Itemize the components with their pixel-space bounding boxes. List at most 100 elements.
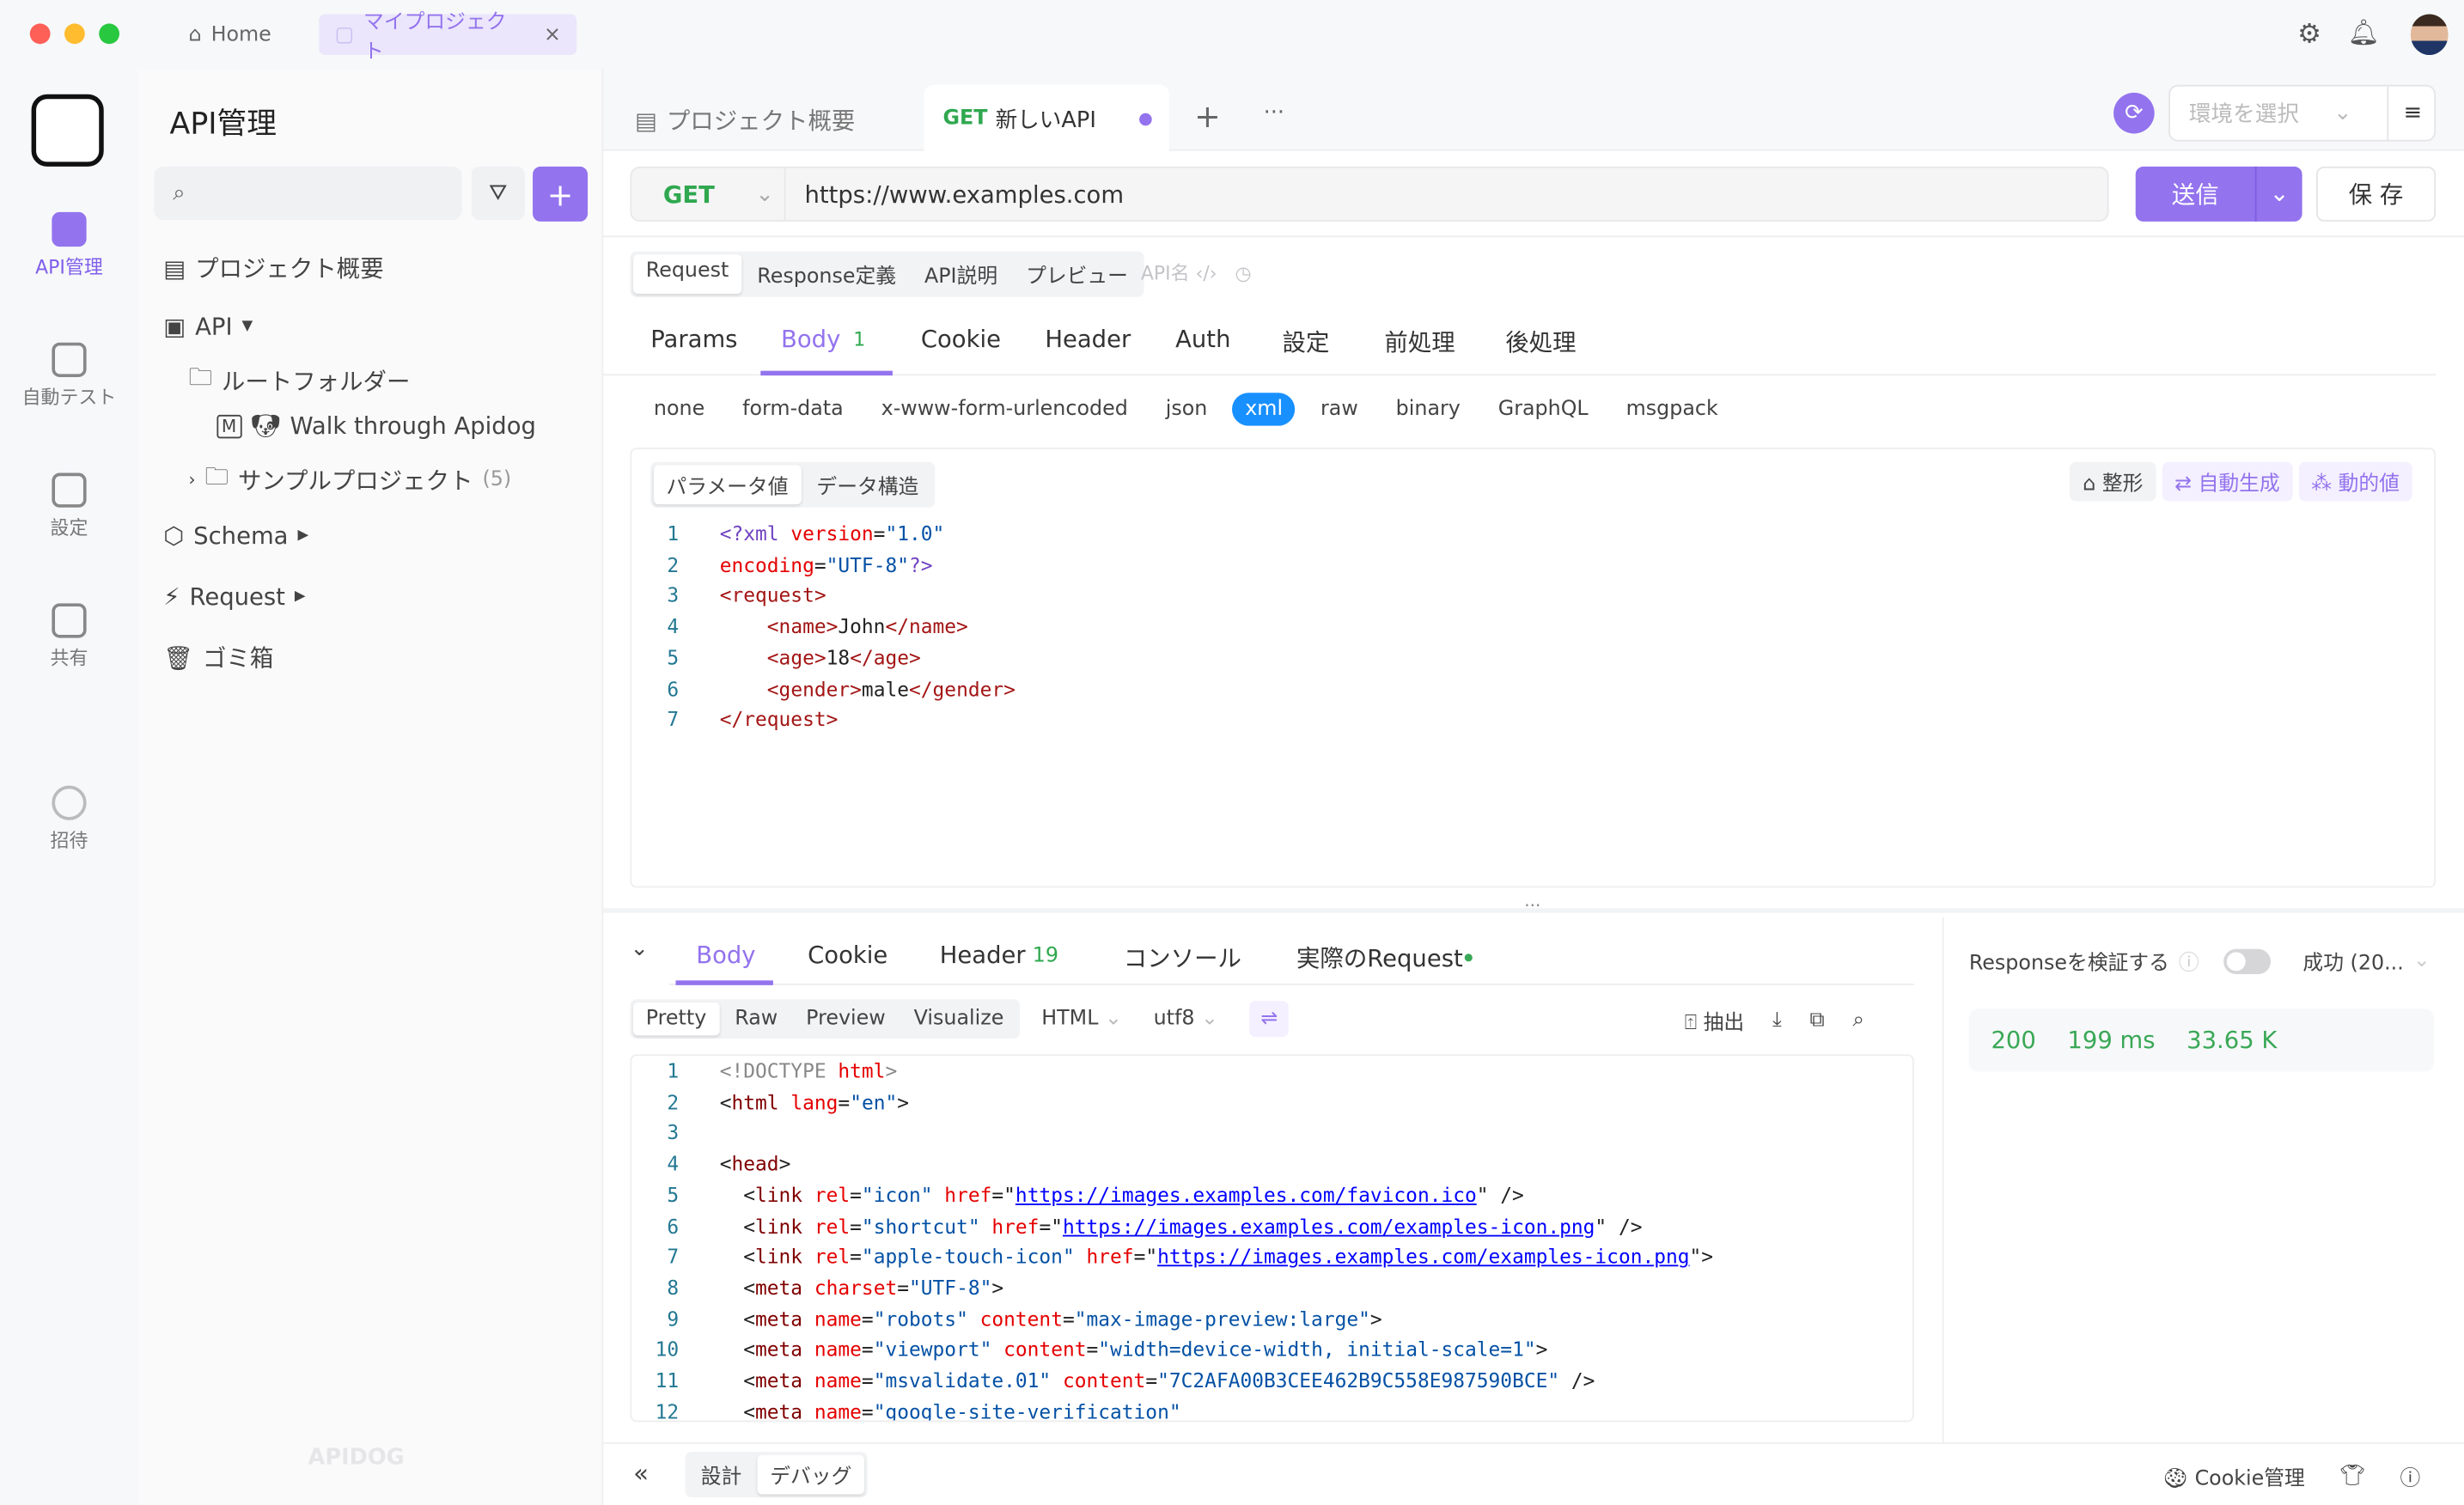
method-select[interactable]: GET ⌄	[631, 168, 786, 221]
xml-editor[interactable]: パラメータ値 データ構造 ⌂ 整形 ⇄ 自動生成 ⁂ 動的値 1 <?xml ver…	[630, 448, 2437, 888]
folder-icon: 🗀	[204, 461, 229, 490]
response-code[interactable]: 1 <!DOCTYPE html> 2 <html lang="en"> 3 4 <head…	[631, 1056, 1912, 1423]
body-type-msgpack[interactable]: msgpack	[1613, 393, 1730, 425]
subtab-api-description[interactable]: API説明	[912, 254, 1009, 294]
autogen-button[interactable]: ⇄ 自動生成	[2162, 461, 2293, 502]
tree-walk-through[interactable]: M 🐶︎ Walk through Apidog	[217, 411, 536, 440]
tree-overview[interactable]: ▤ プロジェクト概要	[163, 252, 383, 284]
sync-icon[interactable]: ⟳	[2113, 92, 2155, 134]
param-tab[interactable]: Auth	[1175, 326, 1230, 354]
cookie-manager-button[interactable]: 🍪︎ Cookie管理	[2162, 1461, 2305, 1490]
wrap-icon[interactable]: ⇌	[1249, 1001, 1290, 1038]
close-window-button[interactable]	[29, 23, 51, 45]
extract-button[interactable]: ⍐ 抽出	[1685, 1006, 1744, 1035]
design-mode[interactable]: 設計	[688, 1455, 754, 1495]
line-number: 3	[667, 583, 680, 607]
rail-item-settings[interactable]: 設定	[0, 472, 138, 541]
tree-request[interactable]: ⚡ Request ▶	[163, 583, 305, 612]
code-line: <meta name="google-site-verification"	[719, 1399, 1181, 1423]
param-tab[interactable]: 後処理	[1505, 326, 1576, 358]
add-button[interactable]: +	[533, 166, 589, 222]
body-type-xml[interactable]: xml	[1232, 393, 1296, 426]
format-button[interactable]: ⌂ 整形	[2070, 461, 2156, 502]
tab-param-value[interactable]: パラメータ値	[653, 465, 802, 505]
tree-trash[interactable]: 🗑︎ ゴミ箱	[163, 641, 273, 673]
response-tab[interactable]: コンソール	[1124, 941, 1241, 974]
tree-schema[interactable]: ⬡ Schema ▶	[163, 521, 308, 550]
send-dropdown-icon[interactable]: ⌄	[2254, 166, 2302, 222]
rail-item-share[interactable]: 共有	[0, 603, 138, 671]
more-icon[interactable]: ···	[1264, 101, 1284, 125]
collapse-sidebar-icon[interactable]: «	[633, 1458, 649, 1488]
search-input[interactable]: ⌕	[154, 166, 462, 221]
debug-mode[interactable]: デバッグ	[757, 1454, 865, 1495]
home-tab[interactable]: ⌂ Home	[173, 14, 287, 55]
minimize-window-button[interactable]	[64, 23, 85, 45]
param-tab[interactable]: Body	[781, 326, 840, 354]
view-raw[interactable]: Raw	[723, 1002, 790, 1035]
rail-item-autotest[interactable]: 自動テスト	[0, 342, 138, 411]
encoding-select[interactable]: utf8 ⌄	[1154, 1007, 1218, 1030]
body-type-binary[interactable]: binary	[1383, 393, 1473, 425]
body-type-json[interactable]: json	[1153, 393, 1220, 425]
response-size: 33.65 K	[2186, 1026, 2278, 1055]
avatar[interactable]	[2410, 14, 2449, 56]
param-tab[interactable]: Params	[650, 326, 737, 354]
environment-select[interactable]: 環境を選択 ⌄ ≡	[2168, 84, 2437, 142]
add-tab-icon[interactable]: +	[1194, 97, 1221, 135]
tree-root-folder[interactable]: 🗀 ルートフォルダー	[188, 362, 410, 401]
close-tab-icon[interactable]: ×	[544, 23, 561, 46]
param-tab[interactable]: Cookie	[921, 326, 1001, 354]
param-tab[interactable]: Header	[1045, 326, 1131, 354]
copy-icon[interactable]: ⧉	[1810, 1008, 1825, 1032]
body-type-form-data[interactable]: form-data	[729, 393, 856, 425]
tree-api[interactable]: ▣ API ▼	[163, 313, 253, 341]
settings-icon[interactable]: ⚙	[2297, 19, 2321, 51]
response-tab[interactable]: 実際のRequest	[1296, 941, 1463, 974]
body-type-GraphQL[interactable]: GraphQL	[1485, 393, 1601, 425]
bell-icon[interactable]: 🔔︎	[2348, 17, 2380, 47]
body-type-x-www-form-urlencoded[interactable]: x-www-form-urlencoded	[869, 393, 1140, 425]
request-code[interactable]: 1 <?xml version="1.0" 2 encoding="UTF-8"?> 3…	[631, 519, 2434, 880]
rail-item-invite[interactable]: 招待	[0, 785, 138, 854]
search-icon[interactable]: ⌕	[1852, 1008, 1863, 1032]
view-pretty[interactable]: Pretty	[633, 1002, 719, 1036]
response-body[interactable]: 1 <!DOCTYPE html> 2 <html lang="en"> 3 4 <head…	[630, 1054, 1914, 1423]
download-icon[interactable]: ⤓	[1772, 1008, 1782, 1032]
theme-icon[interactable]: 👕︎	[2339, 1465, 2365, 1488]
view-preview[interactable]: Preview	[794, 1002, 899, 1035]
help-icon[interactable]: ⓘ	[2400, 1461, 2421, 1490]
resize-handle[interactable]: ···	[1524, 896, 1540, 917]
tree-sample-project[interactable]: › 🗀 サンプルプロジェクト (5)	[188, 460, 511, 500]
subtab-request[interactable]: Request	[633, 254, 741, 295]
response-tab[interactable]: Header	[940, 941, 1026, 970]
project-tab[interactable]: ▢ マイプロジェクト ×	[319, 11, 577, 64]
tab-new-api[interactable]: GET 新しいAPI	[924, 84, 1169, 153]
filter-button[interactable]: ⛛	[471, 166, 525, 221]
response-tab[interactable]: Body	[696, 941, 755, 970]
main-panel: ▤ プロジェクト概要 GET 新しいAPI + ··· ⟳ 環境を選択 ⌄ ≡ GET ⌄…	[603, 69, 2464, 1505]
param-tab[interactable]: 設定	[1283, 326, 1330, 358]
subtab-response-definition[interactable]: Response定義	[745, 254, 909, 294]
body-type-none[interactable]: none	[641, 393, 717, 425]
menu-icon[interactable]: ≡	[2387, 86, 2437, 140]
validate-toggle[interactable]	[2223, 947, 2272, 974]
collapse-icon[interactable]: ⌄	[630, 936, 648, 961]
response-tab[interactable]: Cookie	[808, 941, 887, 970]
tab-data-structure[interactable]: データ構造	[804, 465, 931, 504]
line-number: 7	[667, 1244, 680, 1269]
subtab-preview[interactable]: プレビュー	[1013, 254, 1140, 294]
body-type-raw[interactable]: raw	[1308, 393, 1370, 425]
url-input[interactable]: https://www.examples.com	[786, 180, 1124, 208]
api-name-label[interactable]: API名 ‹/› ◷	[1141, 259, 1252, 286]
maximize-window-button[interactable]	[99, 23, 120, 45]
send-button[interactable]: 送信 ⌄	[2135, 166, 2302, 222]
tab-project-overview[interactable]: ▤ プロジェクト概要	[635, 104, 855, 137]
format-select[interactable]: HTML ⌄	[1041, 1007, 1122, 1030]
param-tab[interactable]: 前処理	[1384, 326, 1455, 358]
view-visualize[interactable]: Visualize	[901, 1002, 1016, 1035]
save-button[interactable]: 保 存	[2316, 166, 2437, 222]
status-select[interactable]: 成功 (20...	[2302, 946, 2403, 975]
rail-item-api[interactable]: API管理	[0, 211, 138, 280]
dynamic-value-button[interactable]: ⁂ 動的値	[2298, 461, 2412, 502]
